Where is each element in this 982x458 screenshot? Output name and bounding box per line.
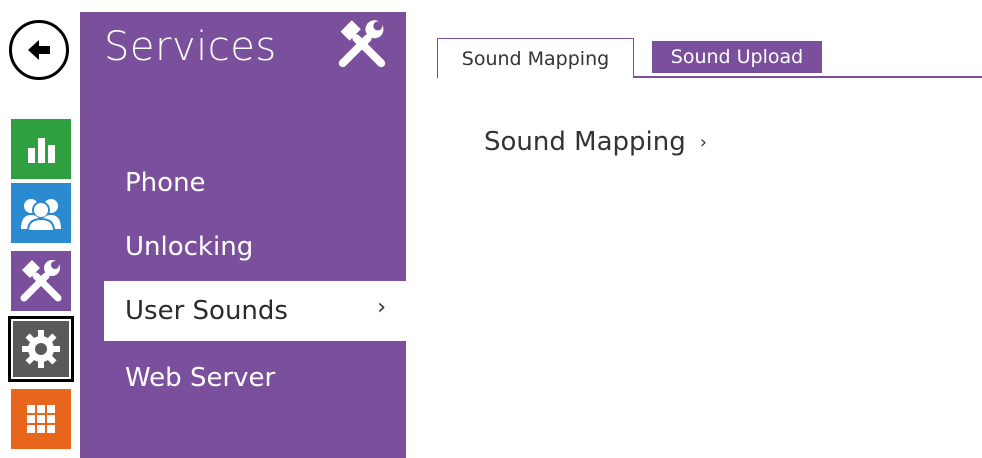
- chevron-right-icon: ›: [377, 295, 386, 320]
- menu-item-unlocking[interactable]: Unlocking: [104, 217, 406, 277]
- grid-icon: [27, 405, 55, 433]
- tools-icon: [336, 18, 388, 70]
- menu-item-label: User Sounds: [125, 296, 288, 326]
- menu-item-web-server[interactable]: Web Server: [104, 348, 406, 408]
- back-button[interactable]: [9, 20, 69, 80]
- tab-sound-mapping[interactable]: Sound Mapping: [437, 38, 634, 80]
- gear-icon: [22, 330, 60, 368]
- tab-sound-upload[interactable]: Sound Upload: [652, 41, 822, 73]
- nav-status-button[interactable]: [11, 119, 71, 179]
- tab-label: Sound Upload: [670, 46, 804, 68]
- tools-icon: [20, 260, 62, 302]
- users-icon: [21, 199, 61, 232]
- menu-item-label: Web Server: [125, 363, 276, 393]
- nav-hardware-button[interactable]: [8, 316, 74, 382]
- menu-item-label: Unlocking: [125, 232, 254, 262]
- section-title: Sound Mapping: [484, 127, 686, 157]
- menu-item-label: Phone: [125, 168, 206, 198]
- nav-directory-button[interactable]: [11, 183, 71, 243]
- nav-services-button[interactable]: [11, 251, 71, 311]
- bar-chart-icon: [28, 138, 55, 163]
- tab-label: Sound Mapping: [461, 47, 610, 70]
- nav-system-button[interactable]: [11, 389, 71, 449]
- menu-item-phone[interactable]: Phone: [104, 153, 406, 213]
- back-arrow-icon: [28, 40, 50, 60]
- chevron-right-icon: ›: [699, 131, 707, 153]
- panel-title: Services: [104, 24, 277, 70]
- menu-item-user-sounds[interactable]: User Sounds ›: [104, 281, 406, 341]
- section-sound-mapping-link[interactable]: Sound Mapping ›: [484, 127, 707, 157]
